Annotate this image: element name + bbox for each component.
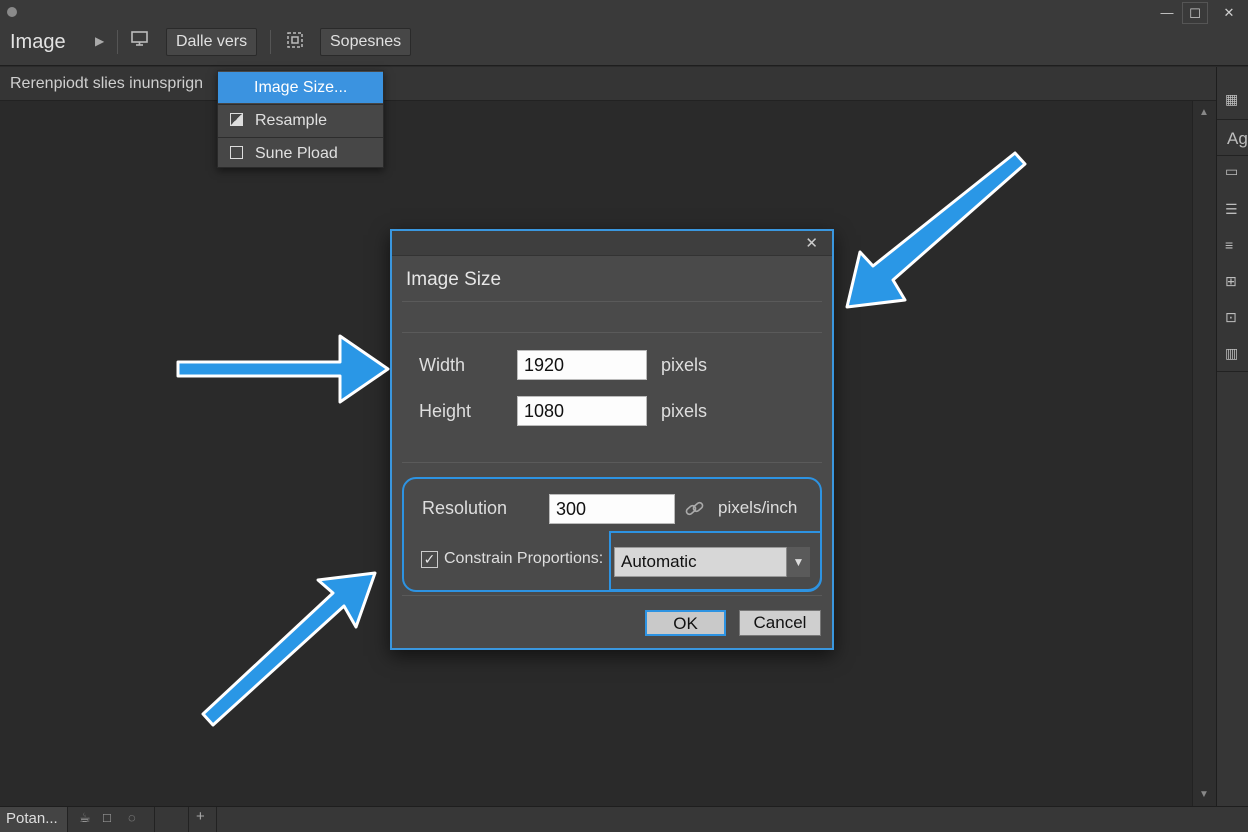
app-toolbar: Image ▶ Dalle vers Sopesnes — ☐ ✕ — [0, 0, 1248, 66]
menu-item-image-size[interactable]: Image Size... — [218, 72, 383, 103]
vertical-scrollbar[interactable]: ▲ ▼ — [1192, 101, 1216, 806]
rotate-icon[interactable]: ◌ — [128, 810, 136, 825]
resolution-input[interactable] — [549, 494, 675, 524]
constrain-checkbox[interactable]: ✓ — [421, 551, 438, 568]
constrain-label: Constrain Proportions: — [444, 550, 604, 567]
divider — [402, 462, 822, 463]
panel-divider — [1217, 371, 1248, 372]
options-bar-text: Rerenpiodt slies inunsprign — [10, 75, 203, 92]
close-window-button[interactable]: ✕ — [1216, 2, 1242, 24]
scroll-up-icon[interactable]: ▲ — [1199, 107, 1209, 118]
ok-button[interactable]: OK — [645, 610, 726, 636]
divider — [402, 301, 822, 302]
resolution-label: Resolution — [422, 498, 508, 518]
image-icon — [230, 146, 243, 159]
app-title: Image — [10, 31, 66, 53]
display-icon[interactable] — [129, 30, 151, 52]
panel-tool-icon[interactable]: ▦ — [1225, 91, 1238, 108]
image-menu: Image Size... Resample Sune Pload — [217, 70, 384, 168]
adjust-icon[interactable]: ⊞ — [1225, 273, 1237, 290]
status-divider — [154, 807, 155, 832]
panel-divider — [1217, 155, 1248, 156]
height-unit: pixels — [661, 401, 708, 421]
menu-item-sune-pload[interactable]: Sune Pload — [218, 138, 383, 169]
select-region-icon[interactable] — [284, 30, 306, 52]
panel-divider — [1217, 119, 1248, 120]
sopesnes-button[interactable]: Sopesnes — [320, 28, 412, 56]
width-label: Width — [419, 355, 466, 375]
status-divider — [188, 807, 189, 832]
align-icon[interactable]: ≡ — [1225, 237, 1233, 253]
width-unit: pixels — [661, 355, 708, 375]
dialog-title: Image Size — [406, 269, 502, 290]
height-input[interactable] — [517, 396, 647, 426]
link-icon[interactable] — [684, 499, 706, 524]
add-tab-icon[interactable]: + — [196, 808, 205, 825]
width-input[interactable] — [517, 350, 647, 380]
minimize-button[interactable]: — — [1154, 2, 1180, 24]
link-panel-icon[interactable]: ⊡ — [1225, 309, 1237, 326]
chevron-down-icon[interactable]: ▼ — [786, 547, 810, 577]
right-tool-panel: ▦ Ag ▭ ☰ ≡ ⊞ ⊡ ▥ — [1216, 67, 1248, 806]
image-size-dialog: ✕ Image Size Width pixels Height pixels … — [390, 229, 834, 650]
divider — [402, 332, 822, 333]
square-icon[interactable]: □ — [103, 810, 111, 825]
play-arrow-icon[interactable]: ▶ — [95, 34, 104, 48]
menu-item-label: Sune Pload — [255, 145, 338, 162]
comment-icon[interactable]: ▭ — [1225, 163, 1238, 180]
scroll-down-icon[interactable]: ▼ — [1199, 789, 1209, 800]
resolution-unit: pixels/inch — [718, 498, 798, 517]
layers-icon[interactable]: ☰ — [1225, 201, 1238, 218]
dialog-titlebar[interactable]: ✕ — [392, 231, 832, 256]
options-bar: Rerenpiodt slies inunsprign — [0, 67, 1216, 101]
close-icon[interactable]: ✕ — [805, 234, 818, 252]
resample-select[interactable]: Automatic — [614, 547, 810, 577]
status-divider — [216, 807, 217, 832]
chart-panel-icon[interactable]: ▥ — [1225, 345, 1238, 362]
divider — [402, 595, 822, 596]
dalle-vers-button[interactable]: Dalle vers — [166, 28, 258, 56]
menu-item-label: Image Size... — [254, 79, 348, 96]
window-dot-icon — [7, 7, 17, 17]
toolbar-divider — [270, 30, 271, 54]
resample-icon — [230, 113, 243, 126]
status-bar: Potan... ☕ □ ◌ + — [0, 806, 1248, 832]
menu-item-resample[interactable]: Resample — [218, 105, 383, 136]
cancel-button[interactable]: Cancel — [739, 610, 821, 636]
height-label: Height — [419, 401, 472, 421]
document-tab[interactable]: Potan... — [0, 807, 68, 832]
panel-label: Ag — [1227, 129, 1248, 148]
coffee-icon[interactable]: ☕ — [79, 810, 91, 826]
menu-item-label: Resample — [255, 112, 328, 129]
toolbar-divider — [117, 30, 118, 54]
maximize-button[interactable]: ☐ — [1182, 2, 1208, 24]
